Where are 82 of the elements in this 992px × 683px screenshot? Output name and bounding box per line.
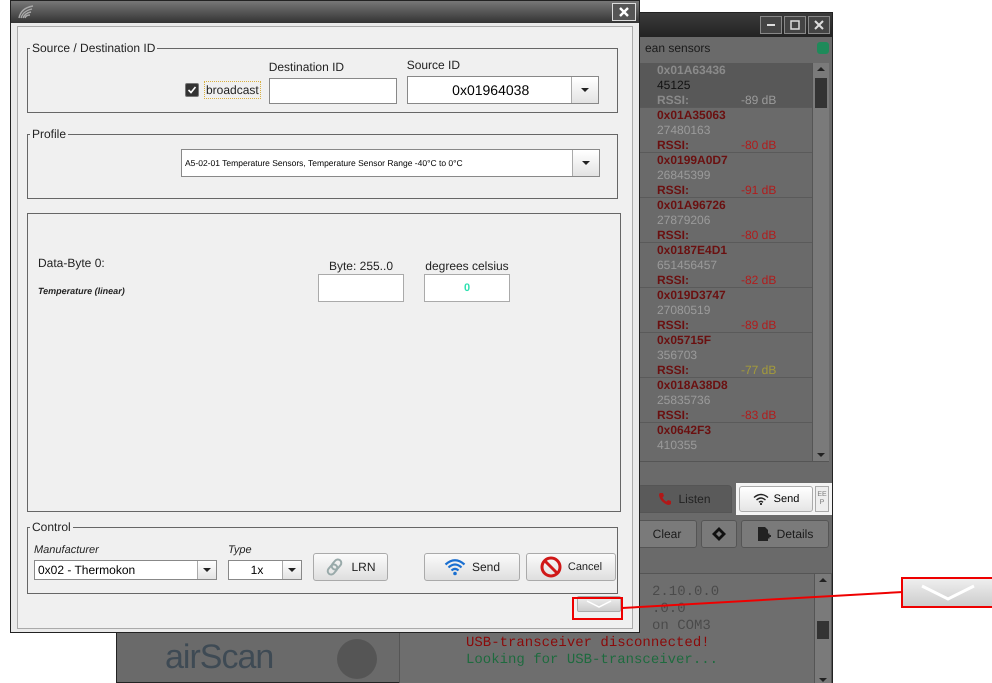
scroll-down-icon xyxy=(817,452,825,458)
wifi-icon xyxy=(752,493,769,505)
scrollbar[interactable] xyxy=(812,63,829,461)
document-icon xyxy=(756,526,771,542)
field-name: Temperature (linear) xyxy=(38,286,126,296)
profile-dropdown[interactable]: A5-02-01 Temperature Sensors, Temperature Sensor Range -40°C to 0°C xyxy=(181,149,600,177)
panel-title: ean sensors xyxy=(645,41,710,55)
scroll-up-icon xyxy=(819,577,827,583)
rssi-value: -80 dB xyxy=(741,138,776,153)
scroll-up-icon xyxy=(817,66,825,72)
manufacturer-dropdown[interactable]: 0x02 - Thermokon xyxy=(34,560,217,580)
rssi-label: RSSI: xyxy=(657,318,690,333)
center-button[interactable] xyxy=(701,520,737,548)
checkbox-label: broadcast xyxy=(204,81,261,99)
rssi-label: RSSI: xyxy=(657,138,690,153)
rssi-label: RSSI: xyxy=(657,363,690,378)
rssi-value: -80 dB xyxy=(741,228,776,243)
clear-button[interactable]: Clear xyxy=(637,520,697,548)
group-title: Source / Destination ID xyxy=(31,41,156,55)
maximize-button[interactable] xyxy=(784,16,806,34)
field-label: Source ID xyxy=(406,58,462,72)
chevron-icon xyxy=(585,600,613,608)
caret-icon xyxy=(288,568,296,572)
data-byte-label: Data-Byte 0: xyxy=(38,256,106,270)
sensor-id: 0x0199A0D7 xyxy=(657,153,729,168)
listen-tab[interactable]: Listen xyxy=(637,485,732,513)
rssi-value: -91 dB xyxy=(741,183,776,198)
send-button[interactable]: Send xyxy=(739,486,813,512)
rssi-value: -82 dB xyxy=(741,273,776,288)
scroll-down-icon xyxy=(819,677,827,683)
details-button[interactable]: Details xyxy=(741,520,829,548)
lrn-button[interactable]: LRN xyxy=(313,553,388,581)
diamond-icon xyxy=(712,527,726,541)
scroll-thumb[interactable] xyxy=(815,78,827,108)
rssi-value: -89 dB xyxy=(741,93,776,108)
raw-value-field[interactable] xyxy=(318,274,404,302)
field-label: Byte: 255..0 xyxy=(328,259,394,273)
rssi-label: RSSI: xyxy=(657,228,690,243)
caret-icon xyxy=(203,568,211,572)
field-label: Manufacturer xyxy=(34,544,100,556)
group-title: Profile xyxy=(31,127,68,141)
scrollbar[interactable] xyxy=(814,574,831,683)
status-indicator xyxy=(817,42,829,54)
caret-icon xyxy=(582,160,590,166)
maximize-icon xyxy=(790,20,800,30)
sensor-id: 0x01A35063 xyxy=(657,108,727,123)
send-button[interactable]: Send xyxy=(424,553,520,581)
checkmark-icon xyxy=(187,85,197,95)
minimize-icon xyxy=(767,24,775,26)
destination-id-field[interactable] xyxy=(268,78,397,104)
rssi-label: RSSI: xyxy=(657,408,690,423)
sensor-number: 45125 xyxy=(657,78,692,93)
sensor-id: 0x01A96726 xyxy=(657,198,727,213)
field-label: degrees celsius xyxy=(425,259,509,273)
sensor-id: 0x0187E4D1 xyxy=(657,243,728,258)
sensor-id: 0x018A38D8 xyxy=(657,378,729,393)
field-label: Destination ID xyxy=(268,60,346,74)
minimize-button[interactable] xyxy=(760,16,782,34)
caret-icon xyxy=(580,88,589,92)
broadcast-checkbox[interactable] xyxy=(185,83,199,97)
close-button[interactable] xyxy=(808,16,830,34)
rssi-value: -77 dB xyxy=(741,363,776,378)
phone-icon xyxy=(658,492,672,506)
rssi-value: -89 dB xyxy=(741,318,776,333)
log-line: USB-transceiver disconnected! xyxy=(466,635,710,652)
close-icon xyxy=(814,20,824,30)
sensor-id: 0x019D3747 xyxy=(657,288,727,303)
cancel-icon xyxy=(540,556,562,578)
sensor-id: 0x05715F xyxy=(657,333,712,348)
close-icon xyxy=(618,6,630,18)
log-line: Looking for USB-transceiver... xyxy=(466,652,718,669)
cancel-button[interactable]: Cancel xyxy=(526,553,616,581)
scroll-thumb[interactable] xyxy=(817,621,829,639)
sensor-id: 0x0642F3 xyxy=(657,423,712,438)
rssi-label: RSSI: xyxy=(657,273,690,288)
group-title: Control xyxy=(31,520,72,534)
rssi-value: -83 dB xyxy=(741,408,776,423)
source-id-dropdown[interactable]: 0x01964038 xyxy=(406,76,599,104)
wifi-icon xyxy=(444,558,466,576)
field-label: Type xyxy=(228,544,253,556)
rssi-label: RSSI: xyxy=(657,183,690,198)
type-dropdown[interactable]: 1x xyxy=(228,560,302,580)
